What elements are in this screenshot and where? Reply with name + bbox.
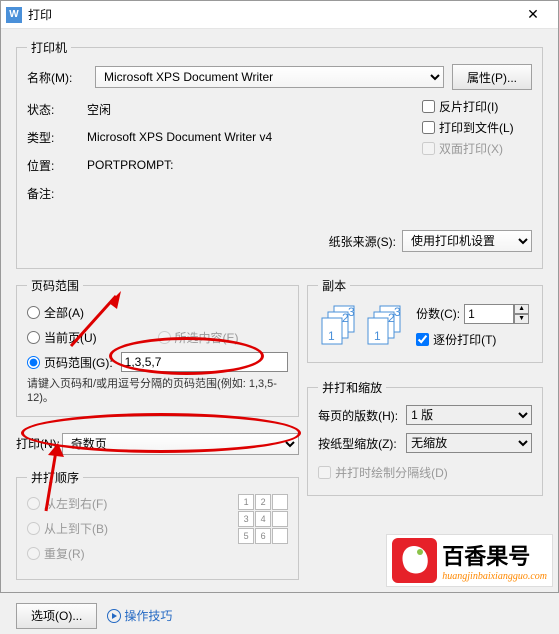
close-icon[interactable]: ✕ (513, 6, 553, 23)
tofile-label: 打印到文件(L) (439, 119, 514, 136)
print-what-label: 打印(N): (16, 435, 62, 452)
range-selected-radio (158, 331, 171, 344)
copies-down-button[interactable]: ▼ (514, 314, 529, 324)
range-hint: 请键入页码和/或用逗号分隔的页码范围(例如: 1,3,5-12)。 (27, 377, 288, 406)
scale-legend: 并打和缩放 (318, 379, 386, 396)
watermark-text: 百香果号 (442, 539, 547, 571)
mirror-checkbox[interactable] (422, 100, 435, 113)
collate-checkbox[interactable] (416, 333, 429, 346)
range-selected-label: 所选内容(E) (175, 329, 239, 346)
app-icon: W (6, 7, 22, 23)
order-legend: 并打顺序 (27, 469, 83, 486)
order-ttb-radio (27, 522, 40, 535)
collate-icon: 3 2 1 3 2 1 (318, 302, 408, 352)
drawline-checkbox (318, 466, 331, 479)
window-title: 打印 (28, 6, 513, 23)
tips-link[interactable]: 操作技巧 (107, 607, 172, 624)
tips-text: 操作技巧 (124, 607, 172, 624)
range-pages-radio[interactable] (27, 356, 40, 369)
status-label: 状态: (27, 101, 87, 118)
copies-legend: 副本 (318, 277, 350, 294)
svg-text:2: 2 (342, 311, 349, 325)
svg-text:3: 3 (394, 305, 401, 319)
range-all-label: 全部(A) (44, 304, 84, 321)
scale-select[interactable]: 无缩放 (406, 433, 532, 453)
svg-text:2: 2 (388, 311, 395, 325)
duplex-label: 双面打印(X) (439, 140, 503, 157)
order-ltr-radio (27, 497, 40, 510)
range-legend: 页码范围 (27, 277, 83, 294)
copies-up-button[interactable]: ▲ (514, 304, 529, 314)
printer-group: 打印机 名称(M): Microsoft XPS Document Writer… (16, 39, 543, 269)
collate-label: 逐份打印(T) (433, 331, 496, 348)
printer-name-label: 名称(M): (27, 69, 87, 86)
order-preview-icon: 123456 (238, 494, 288, 569)
order-repeat-label: 重复(R) (44, 545, 85, 562)
scale-label: 按纸型缩放(Z): (318, 435, 406, 452)
range-pages-input[interactable] (121, 352, 288, 372)
svg-text:3: 3 (348, 305, 355, 319)
scale-group: 并打和缩放 每页的版数(H):1 版 按纸型缩放(Z):无缩放 并打时绘制分隔线… (307, 379, 543, 496)
where-value: PORTPROMPT: (87, 158, 173, 172)
page-range-group: 页码范围 全部(A) 当前页(U) 所选内容(E) 页码范围(G): 请键入页码… (16, 277, 299, 417)
print-order-group: 并打顺序 从左到右(F) 从上到下(B) 重复(R) 123456 (16, 469, 299, 580)
per-page-select[interactable]: 1 版 (406, 405, 532, 425)
copies-group: 副本 3 2 1 3 2 1 (307, 277, 543, 363)
paper-source-select[interactable]: 使用打印机设置 (402, 230, 532, 252)
type-label: 类型: (27, 129, 87, 146)
per-page-label: 每页的版数(H): (318, 407, 406, 424)
drawline-label: 并打时绘制分隔线(D) (335, 464, 448, 481)
tofile-checkbox[interactable] (422, 121, 435, 134)
play-icon (107, 609, 121, 623)
titlebar: W 打印 ✕ (1, 1, 558, 29)
order-ltr-label: 从左到右(F) (44, 495, 107, 512)
watermark-logo-icon (392, 538, 437, 583)
properties-button[interactable]: 属性(P)... (452, 64, 532, 90)
watermark: 百香果号 huangjinbaixiangguo.com (386, 534, 553, 587)
svg-text:1: 1 (374, 329, 381, 343)
type-value: Microsoft XPS Document Writer v4 (87, 130, 272, 144)
where-label: 位置: (27, 157, 87, 174)
print-dialog: W 打印 ✕ 打印机 名称(M): Microsoft XPS Document… (0, 0, 559, 593)
order-repeat-radio (27, 547, 40, 560)
range-current-label: 当前页(U) (44, 329, 97, 346)
copies-count-label: 份数(C): (416, 305, 460, 322)
comment-label: 备注: (27, 185, 87, 202)
svg-text:1: 1 (328, 329, 335, 343)
paper-source-label: 纸张来源(S): (329, 233, 396, 250)
order-ttb-label: 从上到下(B) (44, 520, 108, 537)
copies-count-input[interactable] (464, 304, 514, 324)
range-all-radio[interactable] (27, 306, 40, 319)
range-pages-label: 页码范围(G): (44, 354, 113, 371)
mirror-label: 反片打印(I) (439, 98, 498, 115)
watermark-sub: huangjinbaixiangguo.com (442, 571, 547, 582)
printer-name-select[interactable]: Microsoft XPS Document Writer (95, 66, 444, 88)
duplex-checkbox (422, 142, 435, 155)
print-what-select[interactable]: 奇数页 (62, 433, 299, 455)
status-value: 空闲 (87, 101, 111, 118)
range-current-radio[interactable] (27, 331, 40, 344)
options-button[interactable]: 选项(O)... (16, 603, 97, 629)
printer-legend: 打印机 (27, 39, 71, 56)
